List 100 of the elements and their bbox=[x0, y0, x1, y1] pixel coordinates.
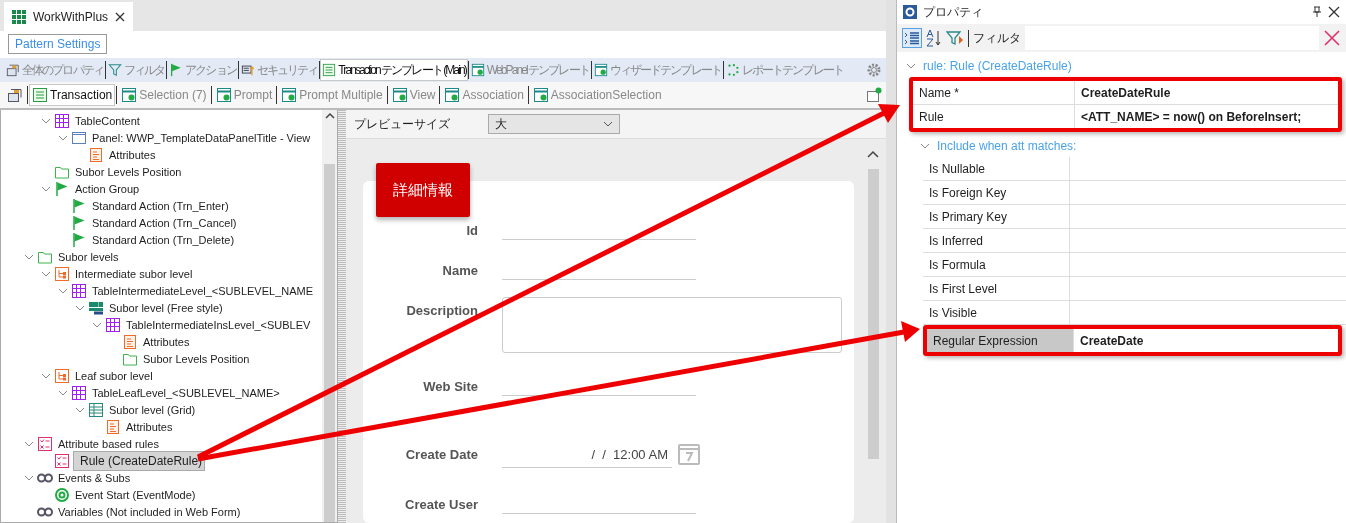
pin-icon[interactable] bbox=[1312, 6, 1322, 18]
tree-item[interactable]: Subor levels bbox=[56, 249, 121, 264]
tree-item[interactable]: Attributes bbox=[141, 334, 192, 349]
document-tab[interactable]: WorkWithPlus bbox=[4, 2, 134, 31]
tree-item[interactable]: Attributes bbox=[107, 147, 158, 162]
property-name[interactable]: Is Inferred bbox=[923, 229, 1070, 252]
tree-item[interactable]: Events & Subs bbox=[56, 470, 133, 485]
grid-icon bbox=[88, 401, 104, 418]
window-icon bbox=[281, 87, 298, 103]
panel-title: プロパティ bbox=[923, 3, 984, 21]
splitter[interactable] bbox=[338, 110, 346, 523]
property-value[interactable]: CreateDate bbox=[1074, 333, 1338, 348]
tree-item[interactable]: Standard Action (Trn_Enter) bbox=[90, 198, 231, 213]
date-time-field[interactable]: / / 12:00 AM bbox=[502, 441, 672, 468]
table-icon bbox=[105, 316, 121, 333]
field-label: Id bbox=[465, 222, 478, 238]
tree-item[interactable]: Standard Action (Trn_Delete) bbox=[90, 232, 237, 247]
checklist-icon bbox=[54, 452, 70, 469]
clear-icon[interactable] bbox=[1323, 29, 1341, 47]
layout-icon bbox=[88, 299, 104, 316]
text-area[interactable] bbox=[502, 297, 842, 353]
tree-item[interactable]: TableContent bbox=[73, 113, 142, 128]
property-name[interactable]: Rule bbox=[913, 105, 1075, 128]
property-sheet-icon bbox=[6, 63, 20, 77]
calendar-icon[interactable] bbox=[678, 441, 700, 465]
property-value[interactable]: CreateDateRule bbox=[1075, 85, 1338, 100]
filter-icon[interactable] bbox=[946, 30, 964, 46]
property-name[interactable]: Is Primary Key bbox=[923, 205, 1070, 228]
new-page-icon[interactable] bbox=[866, 87, 882, 103]
window-icon bbox=[470, 63, 485, 77]
tree-item[interactable]: Subor level (Free style) bbox=[107, 300, 225, 315]
document-icon bbox=[322, 63, 337, 77]
close-icon[interactable] bbox=[115, 11, 126, 22]
table-icon bbox=[71, 282, 87, 299]
window-icon bbox=[444, 87, 461, 103]
flag-icon bbox=[71, 197, 87, 214]
property-name[interactable]: Is Nullable bbox=[923, 157, 1070, 180]
list-icon bbox=[88, 146, 104, 163]
document-icon bbox=[32, 87, 48, 103]
field-label: Web Site bbox=[422, 378, 478, 394]
tree-item[interactable]: Attribute based rules bbox=[56, 436, 161, 451]
settings-icon bbox=[903, 5, 917, 19]
tree-item[interactable]: Subor Levels Position bbox=[141, 351, 252, 366]
property-value[interactable]: <ATT_NAME> = now() on BeforeInsert; bbox=[1075, 109, 1338, 124]
field-label: Name bbox=[441, 262, 478, 278]
grid-icon bbox=[12, 9, 26, 24]
section-header: 詳細情報 bbox=[376, 163, 470, 217]
property-name[interactable]: Is Formula bbox=[923, 253, 1070, 276]
categorized-view-button[interactable] bbox=[902, 28, 922, 48]
table-icon bbox=[54, 112, 70, 129]
property-name[interactable]: Is Foreign Key bbox=[923, 181, 1070, 204]
window-icon bbox=[215, 87, 232, 103]
tree-item[interactable]: Panel: WWP_TemplateDataPanelTitle - View bbox=[90, 130, 313, 145]
tree-item[interactable]: Subor Levels Position bbox=[73, 164, 184, 179]
tree-item[interactable]: Subor level (Grid) bbox=[107, 402, 198, 417]
filter-icon bbox=[107, 63, 122, 77]
window-icon bbox=[71, 129, 87, 146]
field-label: Description bbox=[405, 302, 478, 318]
field-label: Create User bbox=[404, 496, 478, 512]
template-tab[interactable]: Transaction テンプレート (Main) bbox=[320, 59, 468, 81]
preview-size-label: プレビューサイズ bbox=[354, 115, 450, 133]
flag-icon bbox=[71, 214, 87, 231]
categorized-list-icon bbox=[904, 30, 920, 46]
tree-item[interactable]: TableLeafLevel_<SUBLEVEL_NAME> bbox=[90, 385, 282, 400]
tree-item[interactable]: Event Start (EventMode) bbox=[73, 487, 198, 502]
close-icon[interactable] bbox=[1328, 6, 1340, 18]
flag-icon bbox=[71, 231, 87, 248]
tree-item[interactable]: Rule (CreateDateRule) bbox=[73, 450, 205, 471]
tree-item[interactable]: Leaf subor level bbox=[73, 368, 155, 383]
flag-icon bbox=[54, 180, 70, 197]
size-dropdown[interactable]: 大 bbox=[488, 114, 620, 134]
property-name[interactable]: Is First Level bbox=[923, 277, 1070, 300]
tree-item[interactable]: Intermediate subor level bbox=[73, 266, 195, 281]
checklist-icon bbox=[37, 435, 53, 452]
tree-item[interactable]: Variables (Not included in Web Form) bbox=[56, 504, 243, 519]
window-icon bbox=[391, 87, 408, 103]
property-name[interactable]: Regular Expression bbox=[927, 329, 1074, 352]
property-name[interactable]: Is Visible bbox=[923, 301, 1070, 324]
field-label: Create Date bbox=[404, 446, 478, 462]
list-icon bbox=[105, 418, 121, 435]
property-name[interactable]: Name * bbox=[913, 81, 1075, 104]
tree-item[interactable]: TableIntermediateInsLevel_<SUBLEV bbox=[124, 317, 313, 332]
scrollbar[interactable] bbox=[322, 110, 337, 522]
settings-icon[interactable] bbox=[866, 62, 882, 78]
tab-title: WorkWithPlus bbox=[33, 9, 109, 24]
template-tab[interactable]: Transaction bbox=[29, 84, 116, 106]
pattern-settings-button[interactable]: Pattern Settings bbox=[8, 34, 108, 54]
filter-label: フィルタ bbox=[968, 29, 1021, 47]
sort-az-icon[interactable] bbox=[926, 29, 942, 47]
hierarchy-icon bbox=[54, 367, 70, 384]
window-icon bbox=[593, 63, 608, 77]
window-icon bbox=[532, 87, 549, 103]
splitter[interactable] bbox=[886, 0, 896, 523]
tree-item[interactable]: Attributes bbox=[124, 419, 175, 434]
table-icon bbox=[71, 384, 87, 401]
tree-item[interactable]: Standard Action (Trn_Cancel) bbox=[90, 215, 239, 230]
tree-item[interactable]: TableIntermediateLevel_<SUBLEVEL_NAME bbox=[90, 283, 316, 298]
tree-item[interactable]: Action Group bbox=[73, 181, 142, 196]
caret-icon bbox=[603, 120, 613, 128]
window-icon bbox=[121, 87, 138, 103]
